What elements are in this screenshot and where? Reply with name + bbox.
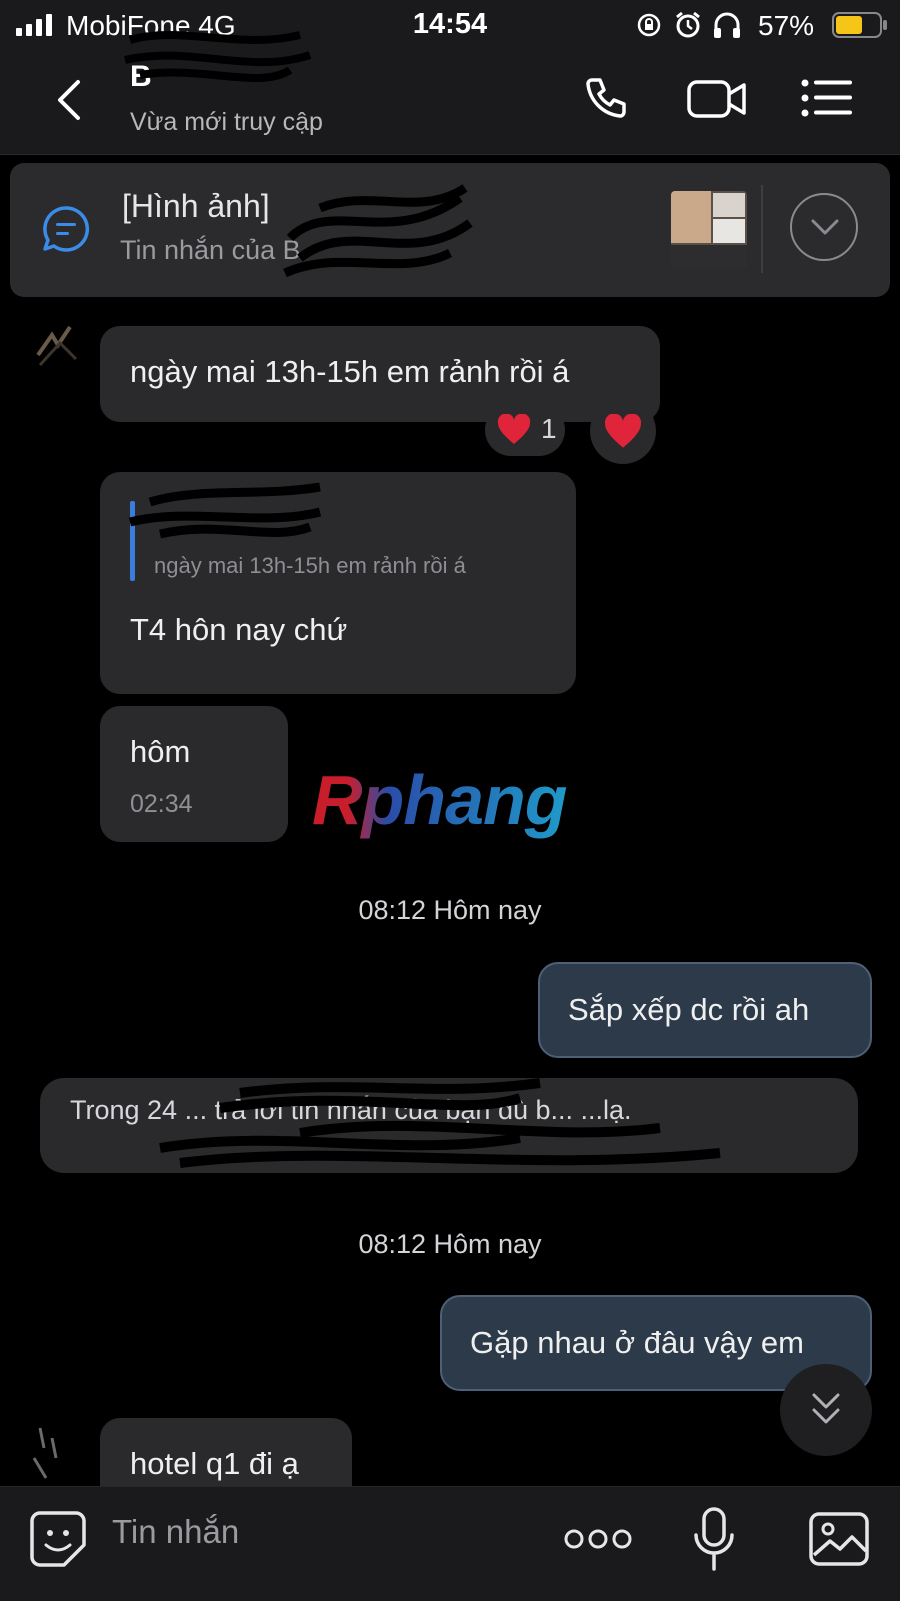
message-bubble-incoming[interactable]: hôm 02:34 [100,706,288,842]
alarm-icon [676,11,700,38]
pinned-subtitle: Tin nhắn của B [120,235,301,265]
heart-icon [497,414,531,444]
reply-quote-bar [130,501,135,581]
back-icon[interactable] [54,78,84,122]
reply-quote-text: ngày mai 13h-15h em rảnh rồi á [154,553,466,578]
pinned-image-thumbnail[interactable] [671,191,747,267]
scroll-to-bottom-button[interactable] [780,1364,872,1456]
status-bar: MobiFone 4G 14:54 57% [0,0,900,50]
message-text: Gặp nhau ở đâu vậy em [470,1325,804,1360]
avatar[interactable] [30,315,86,371]
headphones-icon [714,12,740,38]
redaction-scribble [159,1078,721,1168]
date-separator: 08:12 Hôm nay [358,895,542,925]
system-message-text: Trong 24 ... trả lời tin nhắn của bạn dù… [70,1095,632,1125]
date-separator: 08:12 Hôm nay [358,1229,542,1259]
sticker-icon[interactable] [28,1509,88,1569]
message-time: 02:34 [130,790,193,818]
presence-status: Vừa mới truy cập [130,108,323,136]
divider [761,185,763,273]
microphone-icon[interactable] [692,1507,736,1573]
message-text: hôm [130,734,191,769]
message-text: hotel q1 đi ạ [130,1446,299,1481]
video-call-icon[interactable] [686,76,748,122]
expand-pinned-button[interactable] [790,193,858,261]
message-input[interactable]: Tin nhắn [112,1513,239,1551]
chat-bubble-icon [43,206,90,252]
watermark: Rphang [312,761,568,839]
message-text: T4 hôn nay chứ [130,612,348,647]
message-bubble-outgoing[interactable]: Sắp xếp dc rồi ah [538,962,872,1058]
react-button[interactable] [590,398,656,464]
pinned-title: [Hình ảnh] [122,188,270,224]
menu-icon[interactable] [800,78,854,118]
message-bubble-incoming[interactable] [100,472,576,694]
message-composer: Tin nhắn [0,1486,900,1601]
redaction-scribble [283,184,473,278]
reaction-summary[interactable]: 1 [485,404,565,456]
reaction-count: 1 [541,413,557,444]
message-bubble-incoming[interactable]: ngày mai 13h-15h em rảnh rồi á [100,326,660,422]
avatar[interactable] [20,1418,80,1488]
message-text: Sắp xếp dc rồi ah [568,992,810,1027]
message-text: ngày mai 13h-15h em rảnh rồi á [130,354,570,389]
battery-icon [832,12,887,38]
pinned-message-bar[interactable]: [Hình ảnh] Tin nhắn của B [10,163,890,297]
chevron-down-icon [811,219,839,235]
system-message: Trong 24 ... trả lời tin nhắn của bạn dù… [40,1078,858,1173]
heart-icon [604,414,642,448]
battery-percent: 57% [758,10,815,41]
image-icon[interactable] [808,1511,870,1567]
more-icon[interactable] [564,1527,632,1551]
contact-name[interactable]: B [130,60,152,94]
lock-rotation-icon [637,13,661,37]
phone-icon[interactable] [580,74,630,124]
double-chevron-down-icon [812,1393,840,1424]
chat-header: B Vừa mới truy cập [0,31,900,155]
